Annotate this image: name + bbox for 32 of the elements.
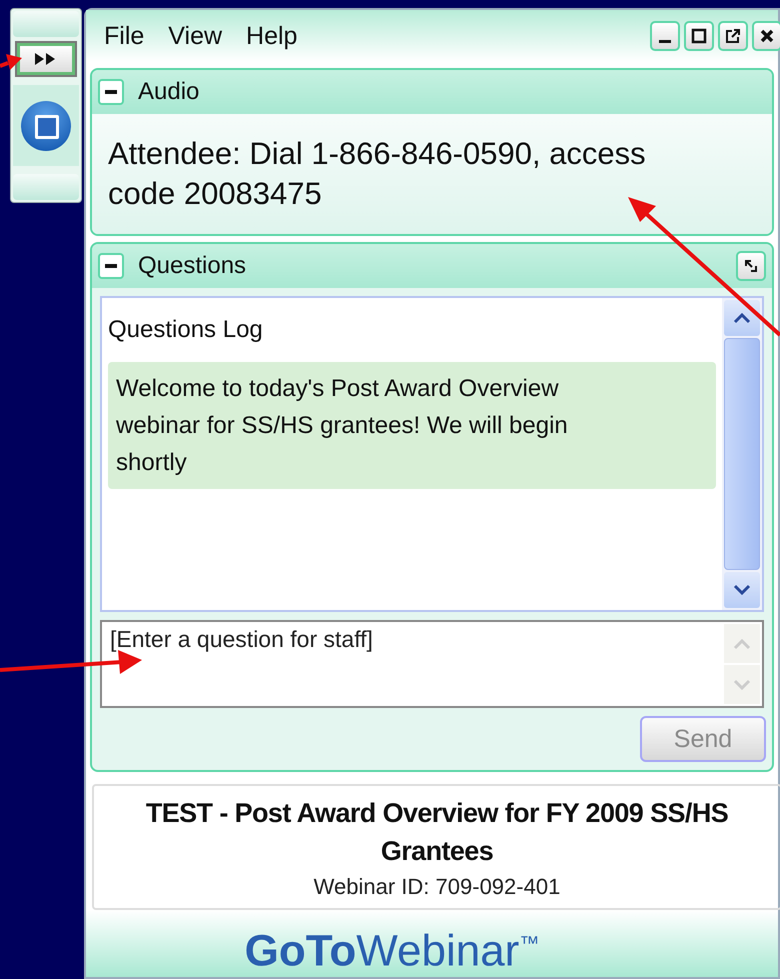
menu-item[interactable]: View [168, 22, 222, 50]
log-title: Questions Log [108, 316, 264, 344]
chevron-up-icon [732, 312, 752, 324]
webinar-title: TEST - Post Award Overview for FY 2009 SS/HS Grantees [144, 797, 730, 868]
popout-button[interactable] [718, 21, 748, 51]
minimize-button[interactable] [650, 21, 680, 51]
audio-info: Attendee: Dial 1-866-846-0590, access code 20083475 [92, 114, 772, 234]
scroll-thumb[interactable] [724, 338, 760, 570]
collapse-button[interactable] [98, 79, 124, 105]
screen-button[interactable] [13, 85, 79, 166]
popout-icon [725, 28, 741, 44]
minimize-icon [659, 40, 671, 42]
undock-button[interactable] [736, 251, 766, 281]
menu-item[interactable]: File [104, 22, 144, 50]
scroll-up-button[interactable] [724, 300, 760, 336]
close-button[interactable] [752, 21, 780, 51]
scroll-down-button[interactable] [724, 572, 760, 608]
chevron-down-icon [732, 584, 752, 596]
logo: GoToWebinar$^{™}$ [244, 926, 540, 970]
panel-title: Audio [138, 78, 200, 106]
menu-item[interactable]: Help [246, 22, 298, 50]
webinar-id: Webinar ID: 709-092-401 [312, 874, 562, 900]
maximize-icon [691, 28, 707, 44]
scrollbar[interactable] [722, 298, 762, 610]
panel-title: Questions [138, 252, 246, 280]
close-icon [759, 28, 775, 44]
expand-button[interactable] [17, 43, 75, 75]
maximize-button[interactable] [684, 21, 714, 51]
chat-message: Welcome to today's Post Award Overview webinar for SS/HS grantees! We will begin shortly [108, 362, 716, 489]
collapse-button[interactable] [98, 253, 124, 279]
corner-arrows-icon [743, 258, 759, 274]
annotation-arrow [0, 54, 22, 70]
